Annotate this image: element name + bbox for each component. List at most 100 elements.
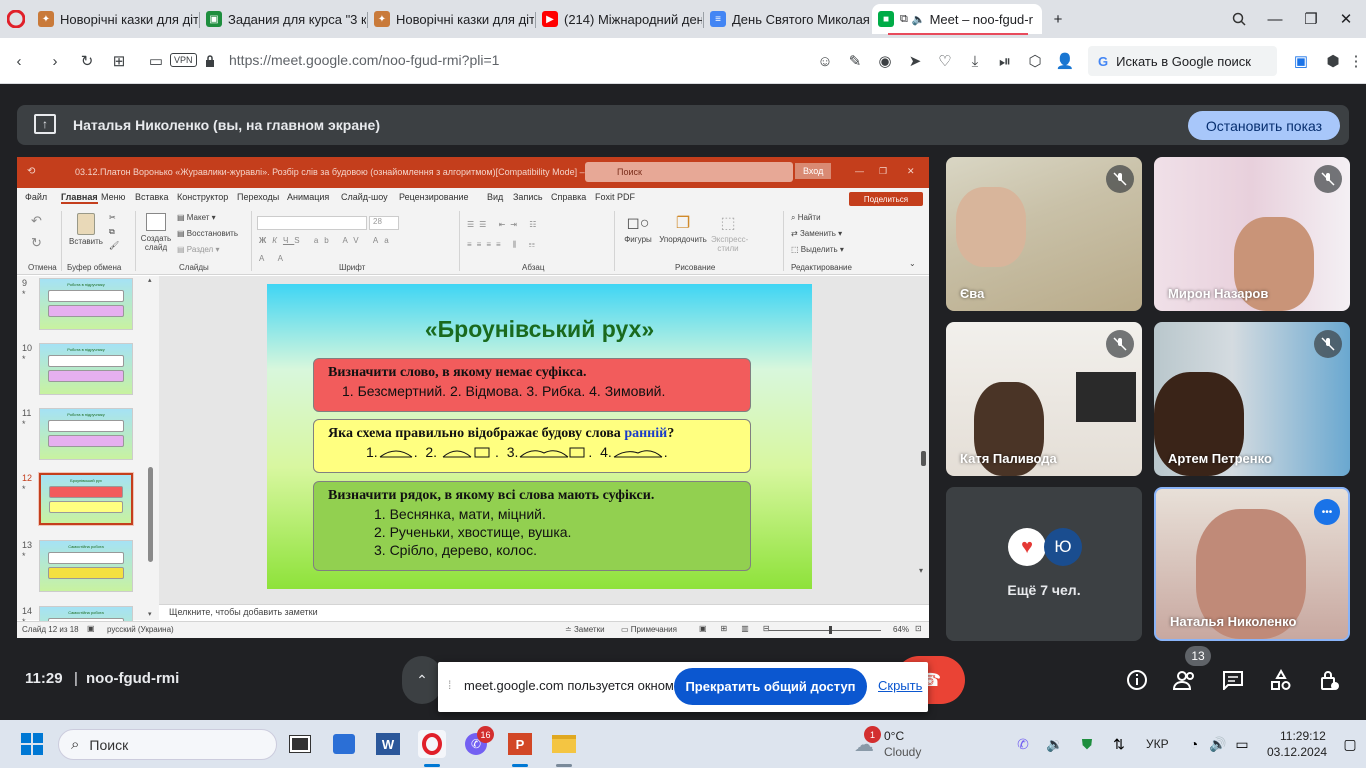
spellcheck-icon[interactable]: ▣ (87, 624, 95, 633)
ppt-menu-9[interactable]: Вид (487, 192, 503, 202)
close-button[interactable]: ✕ (1335, 8, 1357, 30)
meeting-info-icon[interactable] (1123, 666, 1151, 694)
ppt-menu-7[interactable]: Слайд-шоу (341, 192, 388, 202)
font-format-buttons[interactable]: ЖКЧS ab AV Аа (259, 236, 395, 245)
ppt-menu-12[interactable]: Foxit PDF (595, 192, 635, 202)
profile-icon[interactable]: 👤 (1055, 50, 1075, 72)
controls-chevron-icon[interactable]: ⌃ (402, 656, 442, 704)
font-size-select[interactable]: 28 (369, 216, 399, 230)
slide-thumbnail[interactable]: Робота в підручнику (39, 343, 133, 395)
chat-icon[interactable] (1219, 666, 1247, 694)
forward-icon[interactable]: › (44, 50, 66, 72)
ppt-menu-3[interactable]: Вставка (135, 192, 168, 202)
thumb-scroll-down-icon[interactable]: ▾ (148, 610, 152, 618)
minimize-button[interactable]: — (1264, 8, 1286, 30)
taskbar-search[interactable]: ⌕ Поиск (58, 729, 277, 760)
reload-icon[interactable]: ↻ (76, 50, 98, 72)
slide-thumbnail[interactable]: Робота в підручнику (39, 278, 133, 330)
word-icon[interactable]: W (374, 730, 402, 758)
stop-sharing-button[interactable]: Прекратить общий доступ (674, 668, 867, 705)
search-tabs-icon[interactable] (1228, 8, 1250, 30)
host-controls-icon[interactable] (1315, 666, 1343, 694)
find-button[interactable]: ⌕ Найти (791, 213, 821, 223)
ppt-menu-0[interactable]: Файл (25, 192, 47, 202)
thumb-scrollbar[interactable] (148, 467, 153, 562)
layout-button[interactable]: ▤ Макет ▾ (177, 213, 216, 222)
reset-button[interactable]: ▤ Восстановить (177, 229, 238, 238)
ppt-close-icon[interactable]: ✕ (907, 166, 915, 177)
replace-button[interactable]: ⇄ Заменить ▾ (791, 229, 842, 238)
slide-thumbnail[interactable]: Броунівський рух (38, 472, 134, 526)
ppt-search-input[interactable]: Поиск (585, 162, 793, 182)
back-icon[interactable]: ‹ (8, 50, 30, 72)
edit-icon[interactable]: ✎ (845, 50, 865, 72)
arrange-button[interactable]: ❐ Упорядочить (657, 213, 709, 244)
ppt-menu-8[interactable]: Рецензирование (399, 192, 469, 202)
slide-thumbnail[interactable]: Самостійна робота (39, 540, 133, 592)
sidebar-icon[interactable]: ▣ (1291, 50, 1311, 72)
maximize-button[interactable]: ❐ (1300, 8, 1322, 30)
settings-sliders-icon[interactable] (1028, 50, 1048, 72)
section-button[interactable]: ▤ Раздел ▾ (177, 245, 219, 254)
url-field[interactable]: https://meet.google.com/noo-fgud-rmi?pli… (229, 52, 499, 68)
camera-icon[interactable]: ▭ (145, 50, 167, 72)
new-tab-button[interactable]: + (1047, 8, 1069, 30)
keyboard-language[interactable]: УКР (1146, 737, 1169, 751)
system-date[interactable]: 03.12.2024 (1267, 745, 1327, 759)
emoji-icon[interactable]: ☺ (815, 50, 835, 72)
shapes-button[interactable]: ◻○ Фигуры (621, 213, 655, 244)
store-icon[interactable] (330, 730, 358, 758)
paragraph-buttons[interactable]: ☰☰ ⇤⇥ ☷ ≡≡≡≡ ⫼ ☷ (467, 215, 541, 255)
ppt-menu-5[interactable]: Переходы (237, 192, 279, 202)
more-options-button[interactable]: ••• (1314, 499, 1340, 525)
flow-icon[interactable]: ➤ (905, 50, 925, 72)
ribbon-collapse-icon[interactable]: ⌄ (909, 259, 916, 268)
tab-6-active[interactable]: ■ ⧉ 🔈 Meet – noo-fgud-r (872, 4, 1042, 34)
ppt-menu-2[interactable]: Меню (101, 192, 125, 202)
format-painter-icon[interactable]: 🖌 (109, 241, 119, 250)
scroll-down-icon[interactable]: ▾ (919, 566, 923, 575)
ppt-restore-icon[interactable]: ❐ (879, 166, 887, 177)
file-explorer-icon[interactable] (550, 730, 578, 758)
new-slide-button[interactable]: Создать слайд (139, 213, 173, 252)
notes-pane[interactable]: Щелкните, чтобы добавить заметки (159, 604, 929, 621)
undo-icon[interactable]: ↶ (31, 213, 42, 229)
snapshot-icon[interactable]: ◉ (875, 50, 895, 72)
volume-mixer-icon[interactable]: 🔉 (1041, 730, 1069, 758)
quick-styles-button[interactable]: ⬚ Экспресс-стили (711, 213, 748, 253)
powerpoint-icon[interactable]: P (506, 730, 534, 758)
ppt-menu-4[interactable]: Конструктор (177, 192, 228, 202)
zoom-thumb[interactable] (829, 626, 832, 634)
tab-2[interactable]: ▣ Задания для курса "3 кла (200, 4, 366, 34)
google-search-box[interactable]: G Искать в Google поиск (1088, 46, 1277, 76)
ppt-menu-6[interactable]: Анимация (287, 192, 329, 202)
cube-icon[interactable]: ⬢ (1323, 50, 1343, 72)
comments-toggle[interactable]: ▭ Примечания (621, 625, 677, 634)
download-icon[interactable]: ⤓ (965, 50, 985, 72)
slide-scrollbar[interactable] (921, 451, 926, 466)
ppt-menu-1[interactable]: Главная (61, 192, 98, 204)
battery-icon[interactable]: ▭ (1228, 730, 1256, 758)
speed-dial-icon[interactable]: ⊞ (108, 50, 130, 72)
drag-handle-icon[interactable]: ⁞ (448, 678, 451, 692)
participant-tile[interactable]: Артем Петренко (1154, 322, 1350, 476)
speaker-icon[interactable]: 🔈 (912, 13, 926, 26)
signin-button[interactable]: Вход (795, 163, 832, 179)
lock-icon[interactable] (203, 51, 217, 71)
hide-link[interactable]: Скрыть (878, 678, 922, 693)
heart-icon[interactable]: ♡ (935, 50, 955, 72)
tab-1[interactable]: ✦ Новорічні казки для дітей (32, 4, 198, 34)
viber-tray-icon[interactable]: ✆ (1009, 730, 1037, 758)
copy-icon[interactable]: ⧉ (109, 227, 115, 237)
task-view-icon[interactable] (286, 730, 314, 758)
self-tile[interactable]: ••• Наталья Николенко (1154, 487, 1350, 641)
view-buttons[interactable]: ▣⊞▥⊟ (699, 624, 784, 633)
stop-presenting-button[interactable]: Остановить показ (1188, 111, 1340, 140)
cut-icon[interactable]: ✂ (109, 213, 116, 222)
ppt-menu-10[interactable]: Запись (513, 192, 543, 202)
notifications-icon[interactable]: ▢ (1336, 730, 1364, 758)
ppt-share-button[interactable]: Поделиться (849, 192, 923, 206)
slide-thumbnail[interactable]: Робота в підручнику (39, 408, 133, 460)
ppt-minimize-icon[interactable]: — (855, 166, 864, 176)
security-icon[interactable]: ⛊ (1073, 730, 1101, 758)
